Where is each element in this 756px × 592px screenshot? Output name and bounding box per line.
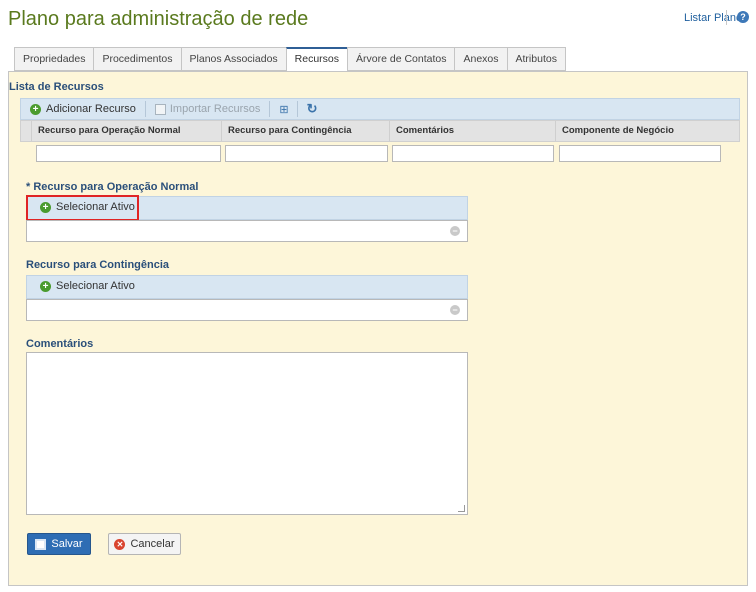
normal-resource-field[interactable]: − (26, 220, 468, 242)
tab-resources[interactable]: Recursos (285, 47, 348, 72)
import-icon (154, 103, 166, 115)
header-divider (726, 10, 727, 25)
contingency-resource-label: Recurso para Contingência (26, 259, 170, 271)
tab-properties[interactable]: Propriedades (14, 47, 94, 71)
highlight-box (26, 195, 139, 221)
filter-comments[interactable] (392, 145, 554, 162)
clear-icon[interactable]: − (450, 305, 460, 315)
cancel-label: Cancelar (130, 538, 175, 550)
help-icon[interactable]: ? (737, 11, 749, 23)
resize-grip-icon[interactable] (458, 505, 465, 512)
filter-contingency-resource[interactable] (225, 145, 388, 162)
column-header-comments[interactable]: Comentários (389, 121, 555, 141)
tab-associated-plans[interactable]: Planos Associados (180, 47, 286, 71)
contingency-resource-field[interactable]: − (26, 299, 468, 321)
comments-textarea[interactable] (26, 352, 468, 515)
select-asset-label: Selecionar Ativo (56, 280, 135, 292)
add-resource-button[interactable]: + Adicionar Recurso (21, 99, 145, 119)
tab-contact-tree[interactable]: Árvore de Contatos (347, 47, 455, 71)
tab-procedures[interactable]: Procedimentos (93, 47, 181, 71)
resource-list-title: Lista de Recursos (9, 81, 104, 93)
refresh-icon: ↻ (306, 101, 318, 116)
grid-header: Recurso para Operação Normal Recurso par… (20, 120, 740, 142)
add-resource-label: Adicionar Recurso (46, 103, 136, 115)
save-icon (35, 538, 47, 550)
tab-bar: Propriedades Procedimentos Planos Associ… (14, 47, 566, 72)
column-header-normal-resource[interactable]: Recurso para Operação Normal (31, 121, 221, 141)
tree-view-button[interactable]: ⊞ (270, 99, 296, 119)
plus-icon: + (40, 280, 51, 292)
normal-resource-label: * Recurso para Operação Normal (26, 181, 199, 193)
comments-label: Comentários (26, 338, 94, 350)
save-button[interactable]: Salvar (27, 533, 91, 555)
cancel-icon: ✕ (114, 538, 126, 550)
refresh-button[interactable]: ↻ (298, 99, 327, 119)
column-header-contingency-resource[interactable]: Recurso para Contingência (221, 121, 389, 141)
tab-attachments[interactable]: Anexos (454, 47, 507, 71)
column-header-business-component[interactable]: Componente de Negócio (555, 121, 723, 141)
filter-business-component[interactable] (559, 145, 721, 162)
plus-icon: + (30, 103, 41, 115)
resource-toolbar: + Adicionar Recurso Importar Recursos ⊞ … (20, 98, 740, 120)
contingency-resource-select-bar: + Selecionar Ativo (26, 275, 468, 299)
filter-normal-resource[interactable] (36, 145, 221, 162)
tab-attributes[interactable]: Atributos (506, 47, 566, 71)
clear-icon[interactable]: − (450, 226, 460, 236)
cancel-button[interactable]: ✕ Cancelar (108, 533, 181, 555)
page-title: Plano para administração de rede (8, 8, 309, 30)
import-resources-label: Importar Recursos (169, 103, 261, 115)
save-label: Salvar (51, 538, 83, 550)
import-resources-button[interactable]: Importar Recursos (146, 99, 269, 119)
select-asset-button-contingency[interactable]: + Selecionar Ativo (40, 280, 135, 292)
tree-icon: ⊞ (279, 103, 288, 116)
